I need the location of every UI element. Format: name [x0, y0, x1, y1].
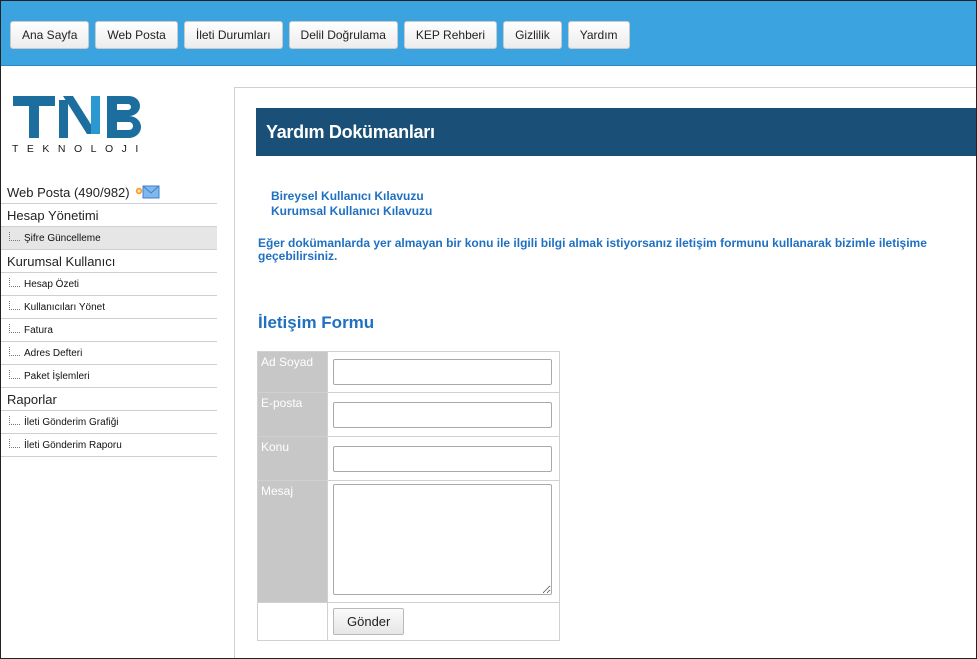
top-navigation-bar: Ana Sayfa Web Posta İleti Durumları Deli…	[1, 1, 976, 66]
sidebar-item-label: İleti Gönderim Grafiği	[24, 416, 119, 428]
sidebar-item-adres-defteri[interactable]: Adres Defteri	[1, 342, 217, 365]
tnb-logo[interactable]: TEKNOLOJI	[7, 90, 177, 170]
page-frame: Ana Sayfa Web Posta İleti Durumları Deli…	[0, 0, 977, 659]
nav-ileti-durumlari[interactable]: İleti Durumları	[183, 21, 283, 49]
name-label: Ad Soyad	[257, 351, 328, 393]
contact-info-text: Eğer dokümanlarda yer almayan bir konu i…	[258, 236, 927, 263]
new-mail-icon	[134, 185, 160, 199]
main-nav: Ana Sayfa Web Posta İleti Durumları Deli…	[10, 21, 630, 49]
sidebar-item-sifre-guncelleme[interactable]: Şifre Güncelleme	[1, 227, 217, 250]
nav-yardim[interactable]: Yardım	[567, 21, 630, 49]
page-title: Yardım Dokümanları	[256, 108, 976, 156]
sidebar-menu: Web Posta (490/982) Hesap Yönetimi Şifre…	[1, 181, 217, 457]
tree-connector-icon	[9, 415, 20, 425]
nav-gizlilik[interactable]: Gizlilik	[503, 21, 562, 49]
tree-connector-icon	[9, 300, 20, 310]
sidebar-item-hesap-ozeti[interactable]: Hesap Özeti	[1, 273, 217, 296]
subject-field[interactable]	[333, 445, 552, 472]
contact-form-title: İletişim Formu	[258, 313, 375, 332]
sidebar-section-hesap-yonetimi[interactable]: Hesap Yönetimi	[1, 204, 217, 227]
sidebar-section-raporlar[interactable]: Raporlar	[1, 388, 217, 411]
help-document-links: Bireysel Kullanıcı Kılavuzu Kurumsal Kul…	[271, 189, 432, 219]
sidebar-item-label: Paket İşlemleri	[24, 370, 90, 382]
logo-subtitle: TEKNOLOJI	[12, 143, 147, 155]
link-bireysel-kilavuz[interactable]: Bireysel Kullanıcı Kılavuzu	[271, 189, 432, 204]
message-label: Mesaj	[257, 480, 328, 603]
contact-form: Ad Soyad E-posta Konu Mesaj Gönder	[257, 351, 560, 641]
sidebar-item-label: Hesap Özeti	[24, 278, 80, 290]
webposta-label: Web Posta (490/982)	[7, 184, 130, 200]
sidebar-item-label: Kullanıcıları Yönet	[24, 301, 105, 313]
tree-connector-icon	[9, 346, 20, 356]
sidebar-item-fatura[interactable]: Fatura	[1, 319, 217, 342]
nav-ana-sayfa[interactable]: Ana Sayfa	[10, 21, 90, 49]
sidebar-item-ileti-gonderim-raporu[interactable]: İleti Gönderim Raporu	[1, 434, 217, 457]
sidebar-webposta[interactable]: Web Posta (490/982)	[1, 181, 217, 204]
sidebar-item-label: İleti Gönderim Raporu	[24, 439, 122, 451]
sidebar-section-kurumsal-kullanici[interactable]: Kurumsal Kullanıcı	[1, 250, 217, 273]
sidebar: TEKNOLOJI Web Posta (490/982) Hesap Yöne…	[1, 66, 217, 658]
link-kurumsal-kilavuz[interactable]: Kurumsal Kullanıcı Kılavuzu	[271, 204, 432, 219]
sidebar-item-kullanicilari-yonet[interactable]: Kullanıcıları Yönet	[1, 296, 217, 319]
nav-delil-dogrulama[interactable]: Delil Doğrulama	[288, 21, 398, 49]
nav-web-posta[interactable]: Web Posta	[95, 21, 178, 49]
subject-label: Konu	[257, 436, 328, 481]
empty-cell	[257, 602, 328, 641]
message-field[interactable]	[333, 483, 552, 595]
main-content: Yardım Dokümanları Bireysel Kullanıcı Kı…	[234, 87, 976, 658]
sidebar-item-label: Adres Defteri	[24, 347, 83, 359]
tree-connector-icon	[9, 231, 20, 241]
email-label: E-posta	[257, 392, 328, 437]
tree-connector-icon	[9, 438, 20, 448]
email-field[interactable]	[333, 401, 552, 428]
tree-connector-icon	[9, 369, 20, 379]
tree-connector-icon	[9, 277, 20, 287]
nav-kep-rehberi[interactable]: KEP Rehberi	[403, 21, 498, 49]
tree-connector-icon	[9, 323, 20, 333]
sidebar-item-label: Fatura	[24, 324, 53, 336]
submit-button[interactable]: Gönder	[333, 608, 405, 635]
sidebar-item-ileti-gonderim-grafigi[interactable]: İleti Gönderim Grafiği	[1, 411, 217, 434]
sidebar-item-paket-islemleri[interactable]: Paket İşlemleri	[1, 365, 217, 388]
name-field[interactable]	[333, 359, 552, 385]
sidebar-item-label: Şifre Güncelleme	[24, 232, 101, 244]
